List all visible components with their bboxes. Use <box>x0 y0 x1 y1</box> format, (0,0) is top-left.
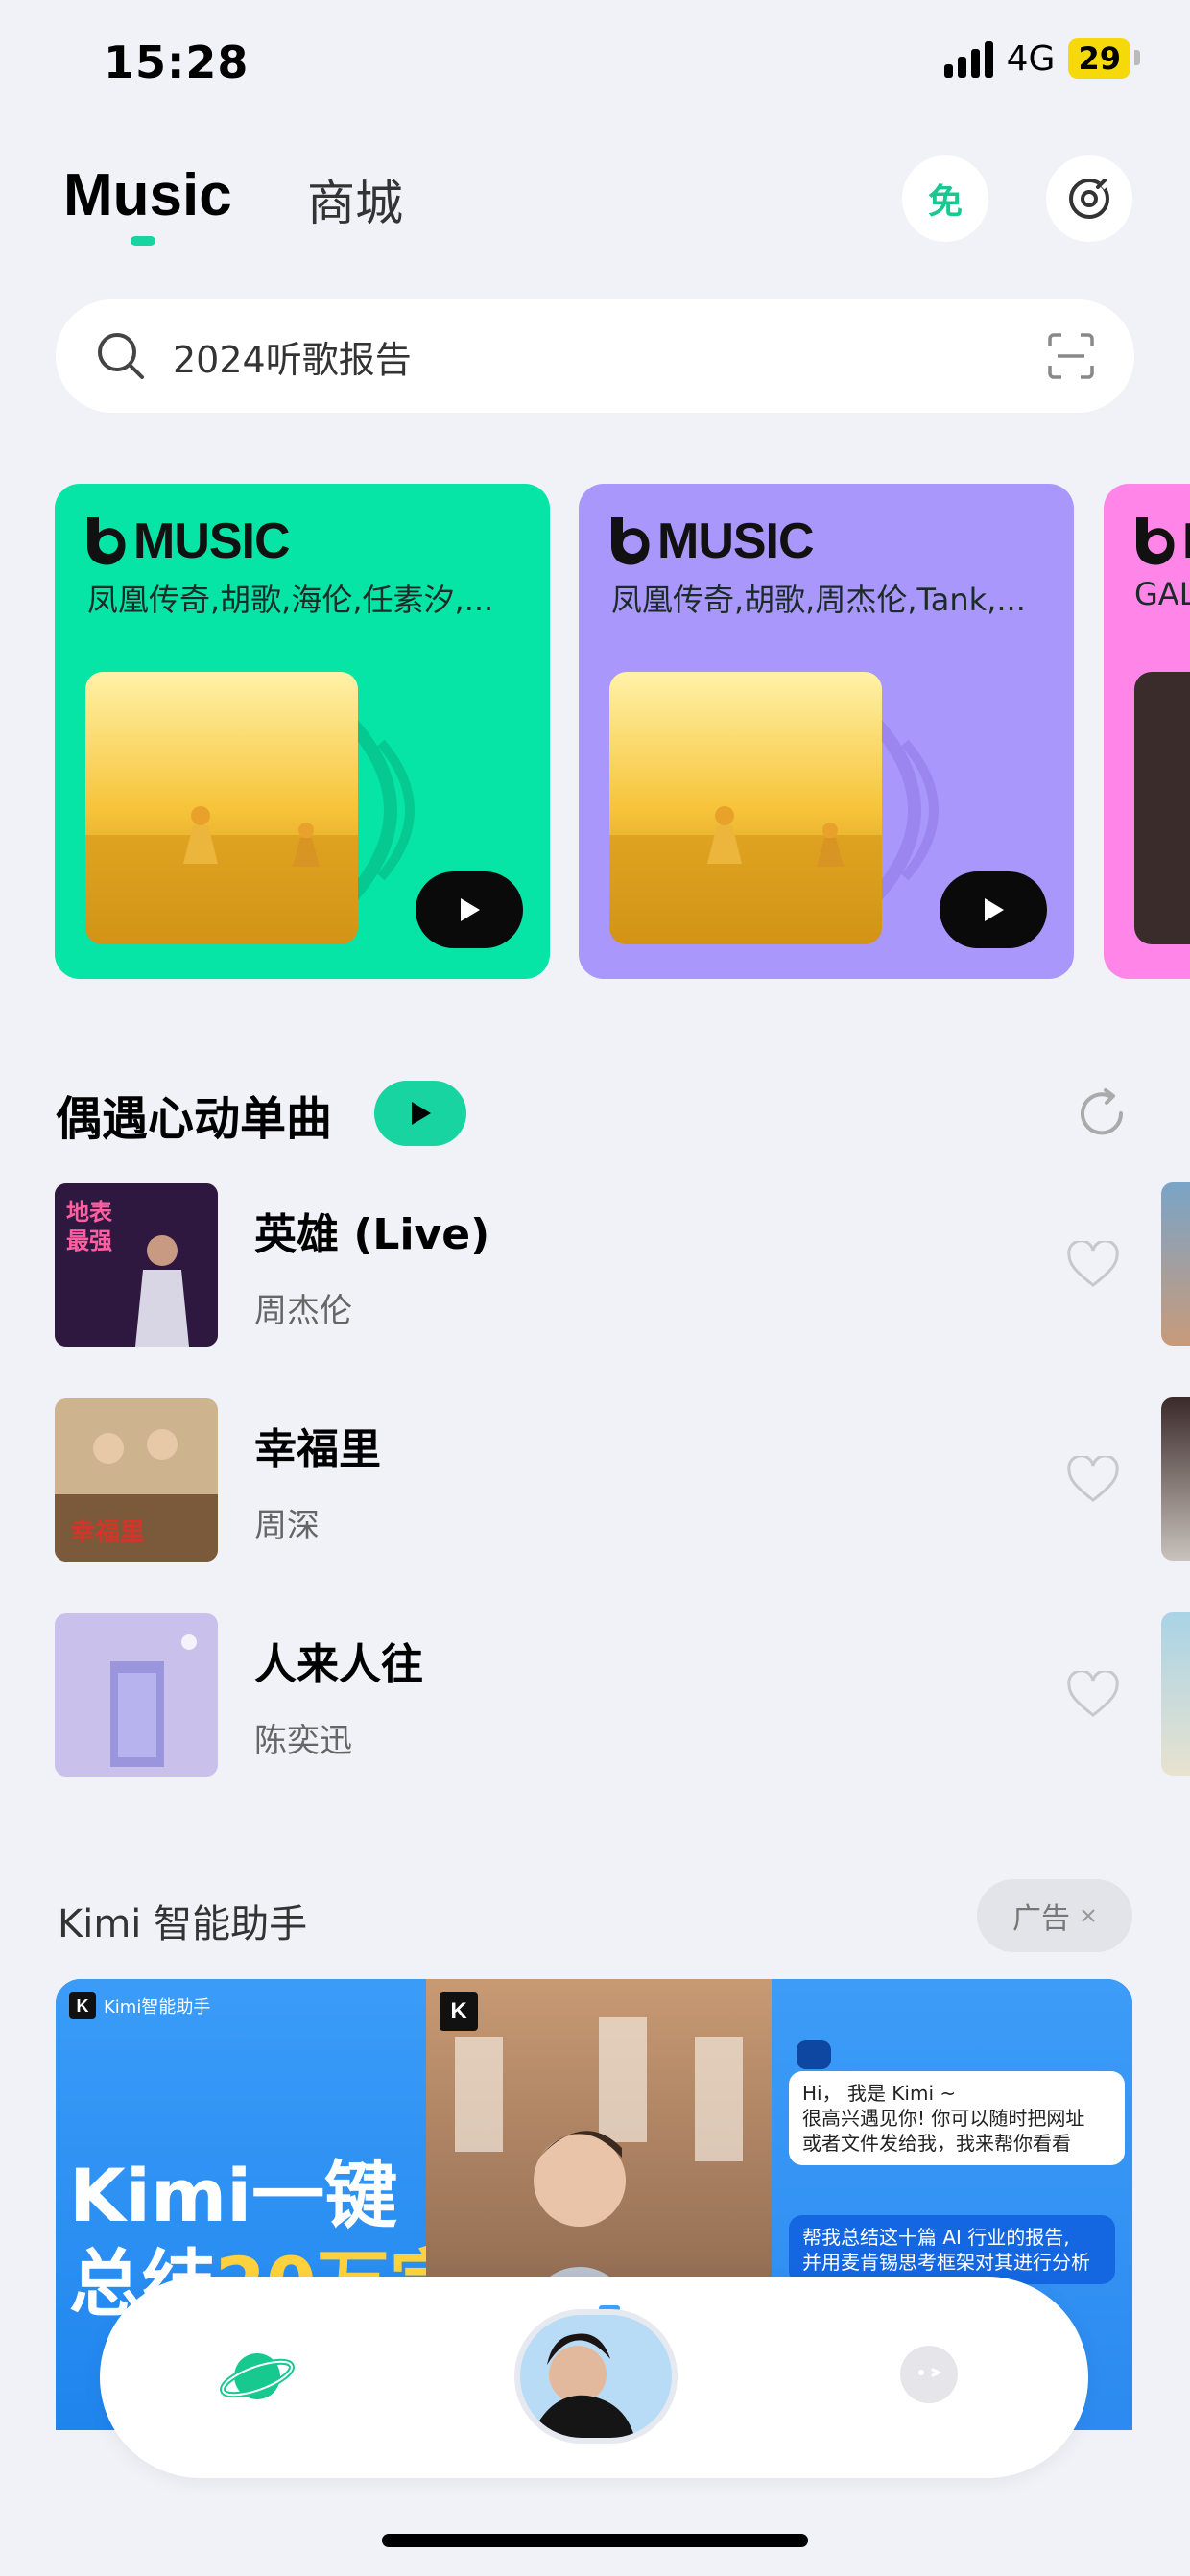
search-icon <box>98 333 144 379</box>
planet-icon[interactable] <box>219 2338 296 2415</box>
scan-icon[interactable] <box>1046 331 1096 381</box>
play-all-button[interactable] <box>374 1081 466 1146</box>
album-cover <box>1134 672 1190 944</box>
svg-text:幸福里: 幸福里 <box>70 1518 145 1547</box>
card-subtitle: 凤凰传奇,胡歌,海伦,任素汐,... <box>87 582 494 618</box>
status-time: 15:28 <box>104 36 250 88</box>
song-artist: 周深 <box>254 1506 320 1545</box>
heart-icon[interactable] <box>1066 1241 1120 1289</box>
search-bar[interactable]: 2024听歌报告 <box>56 299 1134 413</box>
section-title: 偶遇心动单曲 <box>56 1092 333 1146</box>
tab-music[interactable]: Music <box>63 161 232 229</box>
song-title: 人来人往 <box>254 1639 423 1689</box>
song-row[interactable]: 人来人往 陈奕迅 <box>55 1612 1149 1777</box>
tab-shop[interactable]: 商城 <box>307 165 403 234</box>
chat-bubble-bot: Hi， 我是 Kimi ~ 很高兴遇见你! 你可以随时把网址 或者文件发给我，我… <box>789 2071 1125 2165</box>
song-artist: 陈奕迅 <box>254 1721 352 1760</box>
vinyl-button[interactable] <box>1046 155 1132 242</box>
play-button[interactable] <box>416 871 523 948</box>
refresh-icon[interactable] <box>1073 1085 1130 1142</box>
report-card[interactable]: M GAL <box>1104 484 1190 979</box>
ad-title: Kimi 智能助手 <box>58 1902 308 1946</box>
close-icon[interactable] <box>1080 1907 1097 1924</box>
song-row[interactable]: 幸福里 幸福里 周深 <box>55 1397 1149 1562</box>
bot-icon <box>797 2040 831 2069</box>
battery-level: 29 <box>1068 38 1140 79</box>
play-icon <box>985 898 1004 921</box>
svg-text:地表: 地表 <box>66 1199 113 1226</box>
bottom-nav <box>100 2277 1088 2478</box>
song-title: 幸福里 <box>254 1424 381 1474</box>
report-card[interactable]: MUSIC 凤凰传奇,胡歌,海伦,任素汐,... <box>55 484 550 979</box>
report-card[interactable]: MUSIC 凤凰传奇,胡歌,周杰伦,Tank,... <box>579 484 1074 979</box>
chat-bubble-user: 帮我总结这十篇 AI 行业的报告, 并用麦肯锡思考框架对其进行分析 <box>789 2215 1115 2284</box>
tab-active-indicator <box>131 236 155 246</box>
heart-icon[interactable] <box>1066 1456 1120 1504</box>
song-title: 英雄 (Live) <box>254 1209 490 1259</box>
next-column-cover[interactable] <box>1161 1397 1190 1561</box>
home-indicator <box>382 2534 808 2547</box>
song-row[interactable]: 地表 最强 英雄 (Live) 周杰伦 <box>55 1182 1149 1348</box>
next-column-cover[interactable] <box>1161 1182 1190 1346</box>
svg-text:最强: 最强 <box>66 1228 112 1254</box>
card-subtitle: 凤凰传奇,胡歌,周杰伦,Tank,... <box>611 582 1026 618</box>
brand-logo: M <box>1134 513 1190 570</box>
network-type: 4G <box>1006 38 1056 79</box>
song-cover: 幸福里 <box>55 1398 218 1562</box>
album-cover <box>85 672 358 944</box>
ad-badge[interactable]: 广告 <box>977 1879 1132 1952</box>
search-input[interactable]: 2024听歌报告 <box>173 330 1046 383</box>
signal-icon <box>943 39 993 78</box>
song-artist: 周杰伦 <box>254 1291 352 1330</box>
status-indicators: 4G 29 <box>943 38 1140 79</box>
next-column-cover[interactable] <box>1161 1612 1190 1776</box>
song-cover <box>55 1613 218 1777</box>
song-cover: 地表 最强 <box>55 1183 218 1347</box>
now-playing-avatar[interactable] <box>514 2309 678 2444</box>
card-subtitle: GAL <box>1134 576 1190 612</box>
brand-logo: MUSIC <box>85 513 291 570</box>
free-button[interactable]: 免 <box>902 155 988 242</box>
brand-logo: MUSIC <box>609 513 815 570</box>
kimi-logo: K Kimi智能助手 <box>69 1992 210 2019</box>
ad-label: 广告 <box>1012 1902 1070 1936</box>
album-cover <box>609 672 882 944</box>
heart-icon[interactable] <box>1066 1671 1120 1719</box>
vinyl-icon <box>1069 179 1109 219</box>
bot-icon[interactable] <box>898 2344 960 2405</box>
play-icon <box>412 1102 431 1125</box>
play-button[interactable] <box>940 871 1047 948</box>
play-icon <box>461 898 480 921</box>
